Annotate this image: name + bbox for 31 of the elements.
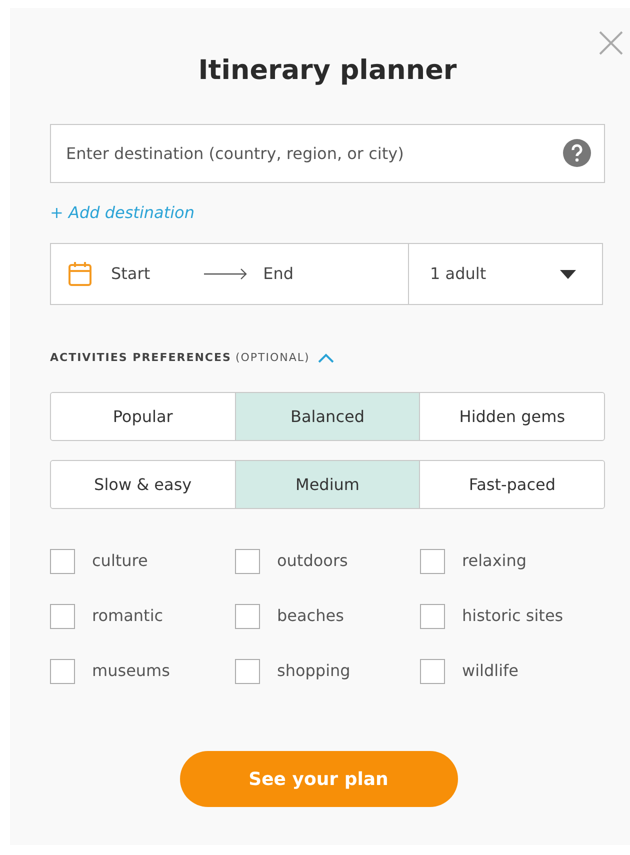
checkbox[interactable]	[50, 658, 75, 684]
checkbox[interactable]	[235, 658, 260, 684]
checkbox[interactable]	[235, 604, 260, 628]
checkbox[interactable]	[235, 548, 260, 574]
collapse-toggle[interactable]	[318, 353, 334, 363]
checkbox-label: beaches	[277, 605, 344, 627]
checkbox[interactable]	[420, 604, 445, 628]
close-icon[interactable]	[598, 30, 624, 56]
checkbox-label: relaxing	[462, 550, 527, 572]
help-icon[interactable]	[563, 139, 591, 167]
checkbox-label: shopping	[277, 660, 350, 682]
checkbox[interactable]	[420, 548, 445, 574]
segment-option[interactable]: Hidden gems	[419, 393, 604, 440]
checkbox[interactable]	[50, 548, 75, 574]
segment-option[interactable]: Popular	[51, 393, 235, 440]
checkbox-label: culture	[92, 550, 148, 572]
section-heading: ACTIVITIES PREFERENCES	[50, 350, 232, 366]
checkbox[interactable]	[50, 604, 75, 628]
segment-option[interactable]: Balanced	[234, 393, 420, 440]
checkbox-label: wildlife	[462, 660, 518, 682]
segment-option[interactable]: Fast-paced	[419, 461, 604, 508]
dialog-title: Itinerary planner	[197, 54, 458, 88]
checkbox-label: historic sites	[462, 605, 564, 627]
destination-field[interactable]: Enter destination (country, region, or city)	[50, 124, 605, 183]
checkbox[interactable]	[420, 658, 445, 684]
checkbox-label: outdoors	[277, 550, 348, 572]
checkbox-label: romantic	[92, 605, 164, 627]
checkbox-label: museums	[92, 660, 170, 682]
optional-label: (OPTIONAL)	[235, 350, 310, 366]
segment-option[interactable]: Slow & easy	[51, 461, 235, 508]
segment-option[interactable]: Medium	[234, 461, 420, 508]
